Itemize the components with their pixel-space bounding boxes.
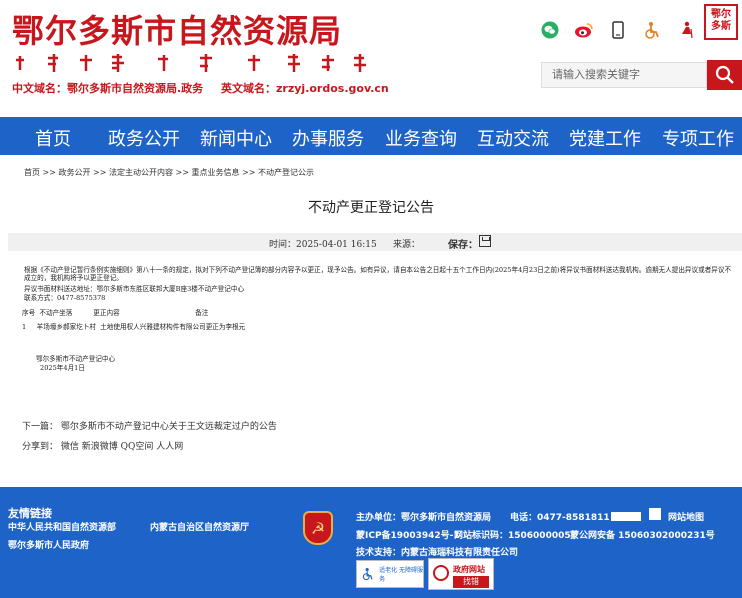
tech-support: 技术支持：内蒙古海瑞科技有限责任公司 <box>356 548 519 558</box>
search-icon <box>715 65 734 84</box>
nav-item-news[interactable]: 新闻中心 <box>200 125 272 151</box>
breadcrumb[interactable]: 首页 >> 政务公开 >> 法定主动公开内容 >> 重点业务信息 >> 不动产登… <box>24 167 314 178</box>
mobile-icon[interactable] <box>608 20 628 40</box>
seal-logo: 鄂尔 多斯 <box>704 4 738 40</box>
nav-item-home[interactable]: 首页 <box>35 125 71 151</box>
next-article-link[interactable]: 下一篇： 鄂尔多斯市不动产登记中心关于王文远裁定过户的公告 <box>22 419 277 432</box>
site-code: 网站标识码：1506000005 <box>454 531 571 541</box>
nav-item-special[interactable]: 专项工作 <box>662 125 734 151</box>
gov-site-error-badge[interactable]: 政府网站 找错 <box>428 558 494 590</box>
footer-link-mnr[interactable]: 中华人民共和国自然资源部 <box>8 520 116 533</box>
share-bar[interactable]: 分享到： 微信 新浪微博 QQ空间 人人网 <box>22 439 183 452</box>
gov-badge-icon[interactable] <box>611 512 641 521</box>
elderly-icon[interactable] <box>676 20 696 40</box>
accessibility-badge-text: 适老化 无障碍服务 <box>379 567 423 583</box>
search-input[interactable]: 请输入搜索关键字 <box>541 62 707 88</box>
footer-phone: 电话：0477-8581811 <box>510 513 610 523</box>
domain-line: 中文域名：鄂尔多斯市自然资源局.政务 英文域名：zrzyj.ordos.gov.… <box>12 80 403 96</box>
nav-item-gov-affairs[interactable]: 政务公开 <box>108 125 180 151</box>
save-icon[interactable] <box>479 235 491 247</box>
nav-item-query[interactable]: 业务查询 <box>385 125 457 151</box>
seal-text-bottom: 多斯 <box>711 21 731 32</box>
sitemap-icon[interactable] <box>649 508 661 520</box>
mongolian-script-graphic <box>16 54 366 72</box>
accessibility-icon[interactable] <box>642 20 662 40</box>
icp-number[interactable]: 蒙ICP备19003942号-1 <box>356 528 460 541</box>
wheelchair-icon <box>362 568 373 581</box>
contact-info: 联系方式：0477-8575378 <box>24 294 106 302</box>
footer-link-ordos[interactable]: 鄂尔多斯市人民政府 <box>8 538 89 551</box>
save-label: 保存： <box>448 240 478 251</box>
links-heading: 友情链接 <box>8 507 52 520</box>
table-header: 序号 不动产坐落 更正内容 备注 <box>22 309 209 317</box>
accessibility-badge[interactable]: 适老化 无障碍服务 <box>356 560 424 588</box>
weibo-icon[interactable] <box>574 20 594 40</box>
mongolian-title <box>14 52 374 74</box>
sitemap-link[interactable]: 网站地图 <box>668 510 704 523</box>
footer-link-imar[interactable]: 内蒙古自治区自然资源厅 <box>150 520 249 533</box>
magnifier-icon <box>433 565 449 581</box>
en-domain: 英文域名：zrzyj.ordos.gov.cn <box>221 82 389 95</box>
search-button[interactable] <box>707 60 742 90</box>
main-nav: 首页 政务公开 新闻中心 办事服务 业务查询 互动交流 党建工作 专项工作 <box>0 117 742 155</box>
host-unit: 主办单位：鄂尔多斯市自然资源局 <box>356 513 492 523</box>
page-title: 不动产更正登记公告 <box>308 200 434 216</box>
party-emblem-icon[interactable]: ☭ <box>303 511 333 545</box>
article-paragraph: 根据《不动产登记暂行条例实施细则》第八十一条的规定，拟对下列不动产登记簿的部分内… <box>24 266 732 282</box>
article-meta-bar: 时间：2025-04-01 16:15 来源： 保存： <box>8 233 742 251</box>
site-footer: 友情链接 中华人民共和国自然资源部 内蒙古自治区自然资源厅 鄂尔多斯市人民政府 … <box>0 487 742 598</box>
nav-item-services[interactable]: 办事服务 <box>292 125 364 151</box>
nav-item-interaction[interactable]: 互动交流 <box>477 125 549 151</box>
site-title[interactable]: 鄂尔多斯市自然资源局 <box>12 6 342 52</box>
police-record[interactable]: 蒙公网安备 15060302000231号 <box>570 528 715 541</box>
gov-site-badge-top: 政府网站 <box>453 565 485 574</box>
cn-domain: 中文域名：鄂尔多斯市自然资源局.政务 <box>12 82 204 95</box>
signature-date: 2025年4月1日 <box>40 364 85 372</box>
nav-item-party[interactable]: 党建工作 <box>569 125 641 151</box>
publish-time: 时间：2025-04-01 16:15 <box>269 240 377 250</box>
wechat-icon[interactable] <box>540 20 560 40</box>
source-label: 来源： <box>393 240 421 250</box>
header-icon-row <box>540 18 710 42</box>
site-header: 鄂尔多斯市自然资源局 中文域名：鄂尔多斯市自然资源局.政务 英文域名：zrzyj… <box>0 0 742 117</box>
gov-site-badge-bottom: 找错 <box>453 576 489 588</box>
seal-text-top: 鄂尔 <box>711 9 731 20</box>
table-row: 1 羊场壕乡郝家圪卜村 土地使用权人兴雅建材构件有限公司更正为李根元 <box>22 323 246 331</box>
